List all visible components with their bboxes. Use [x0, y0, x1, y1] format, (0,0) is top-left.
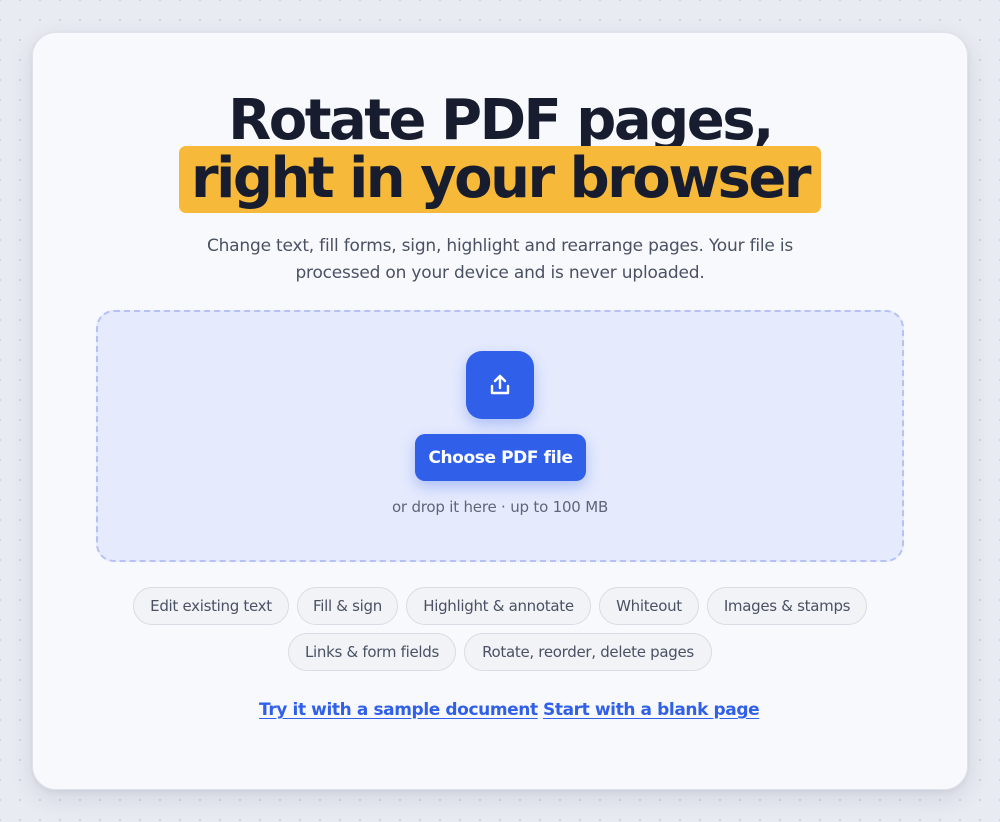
feature-chip-edit-text: Edit existing text: [133, 587, 289, 625]
feature-chip-highlight: Highlight & annotate: [406, 587, 591, 625]
sample-document-link[interactable]: Try it with a sample document: [259, 700, 538, 724]
feature-chip-whiteout: Whiteout: [599, 587, 699, 625]
drop-hint: or drop it here · up to 100 MB: [391, 498, 609, 516]
feature-chip-fill-sign: Fill & sign: [297, 587, 398, 625]
title-highlight: right in your browser: [179, 146, 821, 213]
page-subtitle: Change text, fill forms, sign, highlight…: [206, 236, 794, 283]
feature-chip-pages: Rotate, reorder, delete pages: [464, 633, 712, 671]
feature-chip-images: Images & stamps: [707, 587, 867, 625]
upload-icon[interactable]: [466, 351, 534, 419]
feature-chip-links: Links & form fields: [288, 633, 456, 671]
title-line-1: Rotate PDF pages,: [228, 88, 774, 153]
choose-pdf-button[interactable]: Choose PDF file: [415, 434, 586, 481]
blank-page-link[interactable]: Start with a blank page: [543, 700, 760, 724]
page-title: Rotate PDF pages, right in your browser: [0, 88, 1000, 213]
